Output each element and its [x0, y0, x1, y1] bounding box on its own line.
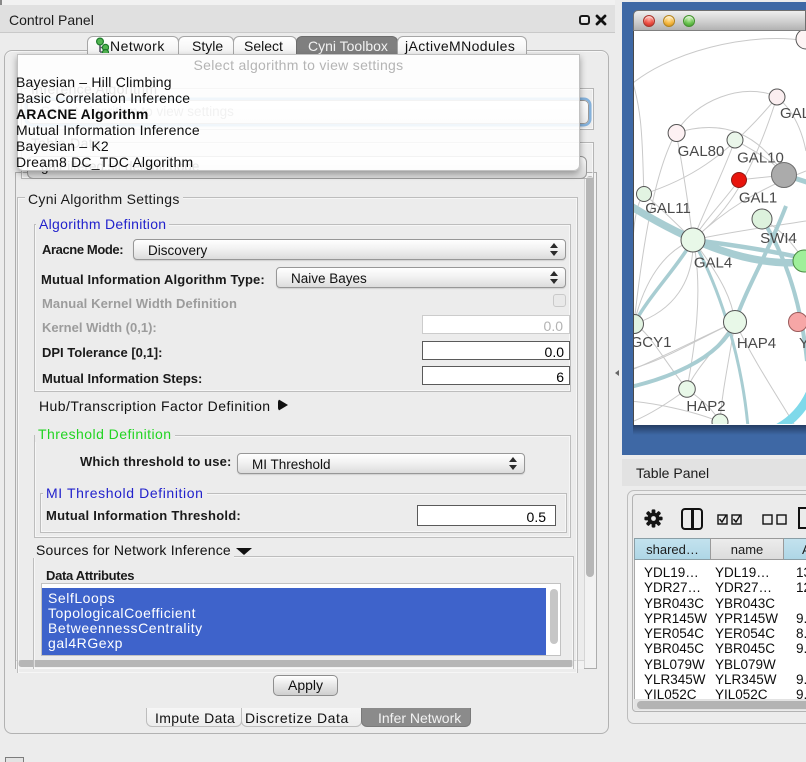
svg-text:SWI4: SWI4: [760, 230, 797, 247]
svg-text:GAL1: GAL1: [739, 190, 777, 207]
svg-text:GAL4: GAL4: [694, 255, 732, 272]
svg-text:Y: Y: [799, 335, 806, 352]
svg-text:GAL10: GAL10: [737, 150, 784, 167]
svg-text:GAL80: GAL80: [678, 143, 725, 160]
svg-text:HAP4: HAP4: [737, 335, 776, 352]
svg-text:GCY1: GCY1: [634, 334, 671, 351]
svg-text:GAL11: GAL11: [645, 200, 691, 217]
svg-text:HAP2: HAP2: [686, 398, 725, 415]
svg-text:GAL7: GAL7: [780, 105, 806, 122]
